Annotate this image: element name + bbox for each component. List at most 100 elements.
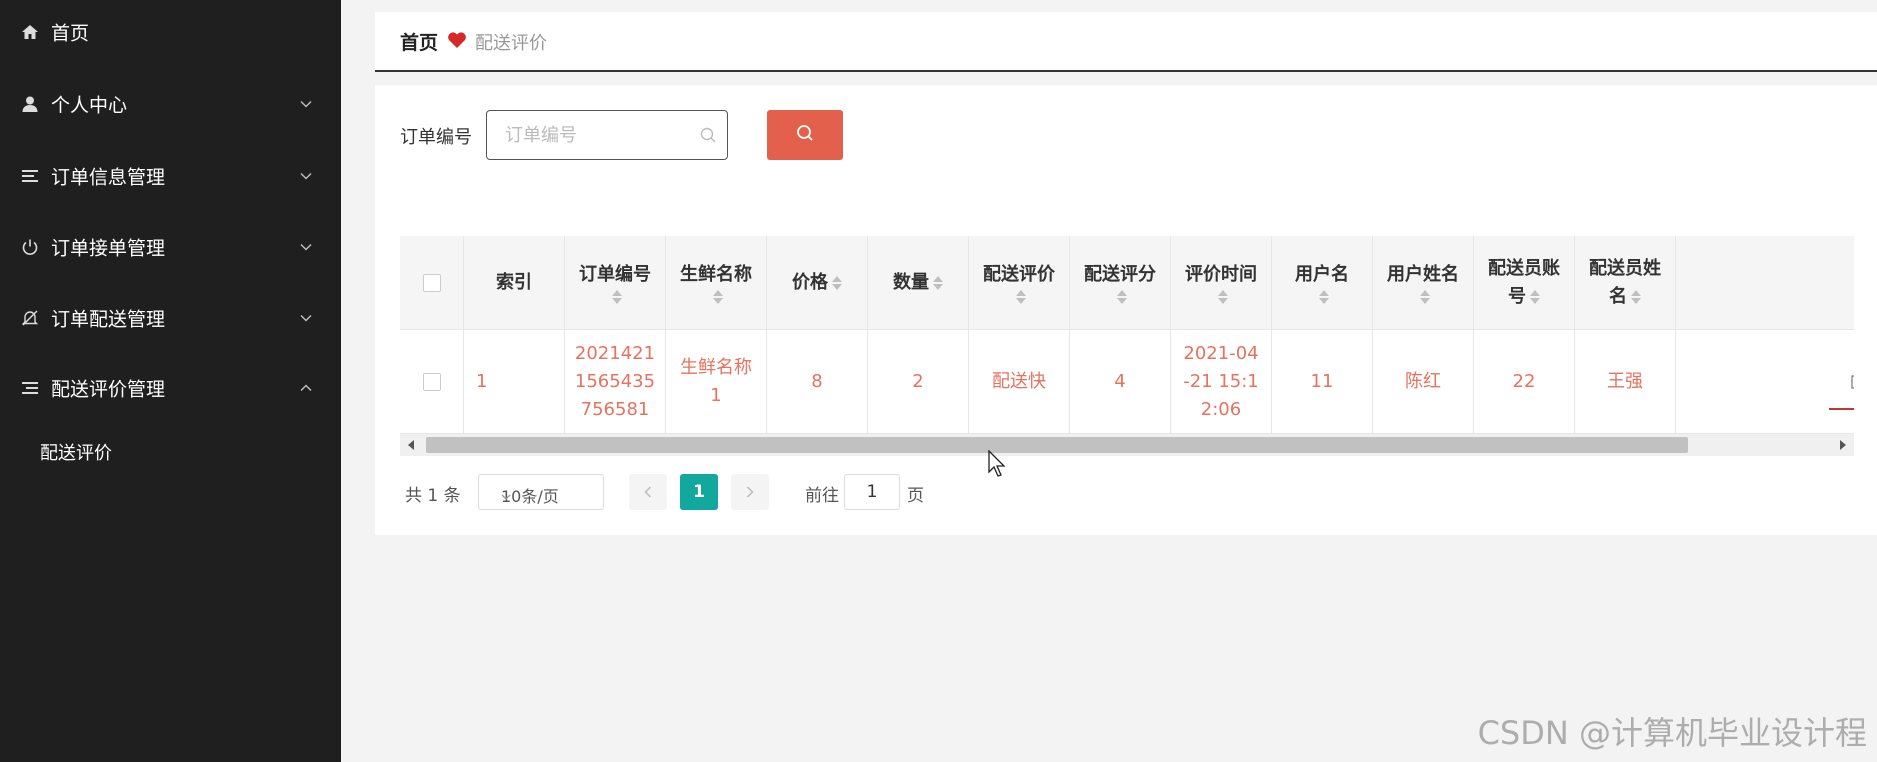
- header-username[interactable]: 用户名: [1272, 236, 1373, 330]
- header-select-cell: [400, 236, 464, 330]
- sidebar-item-order-info[interactable]: 订单信息管理: [0, 148, 341, 204]
- breadcrumb-current: 配送评价: [475, 33, 547, 54]
- search-field: [486, 110, 728, 160]
- header-label: 号: [1508, 285, 1526, 307]
- search-input[interactable]: [505, 119, 695, 151]
- sidebar-item-personal-center[interactable]: 个人中心: [0, 76, 341, 132]
- power-icon: [20, 237, 40, 257]
- pagination-total: 共 1 条: [405, 486, 461, 506]
- chevron-up-icon: [299, 381, 313, 395]
- header-label: 名: [1609, 285, 1627, 307]
- cell-courier-account: 22: [1474, 330, 1575, 434]
- page-size-select[interactable]: 10条/页: [478, 474, 604, 510]
- row-checkbox[interactable]: [422, 372, 441, 391]
- search-icon: [795, 123, 815, 147]
- sort-icon[interactable]: [1016, 289, 1026, 305]
- cell-text: 11: [1310, 370, 1334, 392]
- cell-text: -21 15:1: [1183, 370, 1259, 392]
- cell-price: 8: [767, 330, 868, 434]
- scrollbar-thumb[interactable]: [426, 437, 1688, 453]
- chevron-down-icon: [299, 240, 313, 254]
- header-label: 评价时间: [1185, 263, 1257, 285]
- sidebar-item-order-accept[interactable]: 订单接单管理: [0, 219, 341, 275]
- horizontal-scrollbar[interactable]: [400, 434, 1854, 456]
- cell-index: 1: [464, 330, 565, 434]
- sidebar-item-label: 首页: [51, 22, 90, 45]
- data-table: 索引 订单编号 生鲜名称 价格 数量 配送评价 配送评分 评价时间 用户名 用户…: [400, 236, 1854, 460]
- cell-score: 4: [1070, 330, 1171, 434]
- document-icon: [1851, 375, 1854, 389]
- scroll-right-icon[interactable]: [1840, 440, 1846, 450]
- heart-icon: [447, 31, 467, 49]
- goto-label: 前往: [805, 486, 839, 506]
- sidebar-subitem-label: 配送评价: [40, 443, 112, 464]
- cell-review: 配送快: [969, 330, 1070, 434]
- sort-icon[interactable]: [933, 275, 943, 291]
- cell-review-time: 2021-04 -21 15:1 2:06: [1171, 330, 1272, 434]
- breadcrumb-home[interactable]: 首页: [400, 28, 438, 55]
- cell-product-name: 生鲜名称 1: [666, 330, 767, 434]
- cell-text: 生鲜名称: [680, 356, 752, 378]
- page-suffix-label: 页: [907, 486, 924, 506]
- cell-user-realname: 陈红: [1373, 330, 1474, 434]
- header-label: 索引: [496, 271, 532, 293]
- header-label: 配送员姓: [1589, 257, 1661, 279]
- sort-icon[interactable]: [1319, 289, 1329, 305]
- scroll-left-icon[interactable]: [408, 440, 414, 450]
- sidebar: 首页 个人中心 订单信息管理 订单接单管理 订单配送管理 配送评价管理 配送评价: [0, 0, 341, 762]
- header-courier-account[interactable]: 配送员账 号: [1474, 236, 1575, 330]
- header-label: 配送评价: [983, 263, 1055, 285]
- header-label: 用户名: [1295, 263, 1349, 285]
- header-quantity[interactable]: 数量: [868, 236, 969, 330]
- mouse-cursor-icon: [988, 449, 1008, 480]
- sidebar-item-review-mgmt[interactable]: 配送评价管理: [0, 360, 341, 416]
- header-courier-name[interactable]: 配送员姓 名: [1575, 236, 1676, 330]
- header-review[interactable]: 配送评价: [969, 236, 1070, 330]
- header-price[interactable]: 价格: [767, 236, 868, 330]
- sidebar-subitem-delivery-review[interactable]: 配送评价: [0, 427, 341, 477]
- cell-quantity: 2: [868, 330, 969, 434]
- header-score[interactable]: 配送评分: [1070, 236, 1171, 330]
- cell-text: 756581: [580, 398, 650, 420]
- sort-icon[interactable]: [1218, 289, 1228, 305]
- header-product-name[interactable]: 生鲜名称: [666, 236, 767, 330]
- page-number-current[interactable]: 1: [680, 474, 718, 510]
- cell-text: 1: [476, 370, 488, 392]
- sort-icon[interactable]: [832, 275, 842, 291]
- header-review-time[interactable]: 评价时间: [1171, 236, 1272, 330]
- sidebar-item-home[interactable]: 首页: [0, 4, 341, 60]
- search-button[interactable]: [767, 110, 843, 160]
- cell-courier-name: 王强: [1575, 330, 1676, 434]
- cell-username: 11: [1272, 330, 1373, 434]
- sort-icon[interactable]: [1117, 289, 1127, 305]
- chevron-down-icon: [299, 97, 313, 111]
- sort-icon[interactable]: [612, 289, 622, 305]
- search-icon: [699, 126, 717, 144]
- sort-icon[interactable]: [713, 289, 723, 305]
- header-label: 价格: [792, 271, 828, 293]
- sort-icon[interactable]: [1420, 289, 1430, 305]
- sort-icon[interactable]: [1530, 289, 1540, 305]
- home-icon: [20, 22, 40, 42]
- select-all-checkbox[interactable]: [422, 273, 441, 292]
- detail-button[interactable]: 详情: [1828, 368, 1854, 410]
- sort-icon[interactable]: [1631, 289, 1641, 305]
- list-icon: [20, 166, 40, 186]
- prev-page-button[interactable]: [629, 474, 667, 510]
- header-order-no[interactable]: 订单编号: [565, 236, 666, 330]
- header-label: 生鲜名称: [680, 263, 752, 285]
- header-user-realname[interactable]: 用户姓名: [1373, 236, 1474, 330]
- sidebar-item-order-delivery[interactable]: 订单配送管理: [0, 290, 341, 346]
- sidebar-item-label: 订单配送管理: [51, 308, 166, 331]
- cell-order-no: 2021421 1565435 756581: [565, 330, 666, 434]
- header-label: 配送员账: [1488, 257, 1560, 279]
- table-header-row: 索引 订单编号 生鲜名称 价格 数量 配送评价 配送评分 评价时间 用户名 用户…: [400, 236, 1854, 330]
- next-page-button[interactable]: [731, 474, 769, 510]
- header-actions: 操作: [1676, 236, 1854, 330]
- cell-text: 2:06: [1200, 398, 1242, 420]
- table-row: 1 2021421 1565435 756581 生鲜名称 1 8 2 配送快 …: [400, 330, 1854, 434]
- cell-text: 2021421: [574, 342, 656, 364]
- goto-page-input[interactable]: [844, 474, 900, 510]
- cell-text: 4: [1114, 370, 1126, 392]
- chevron-down-icon: [299, 311, 313, 325]
